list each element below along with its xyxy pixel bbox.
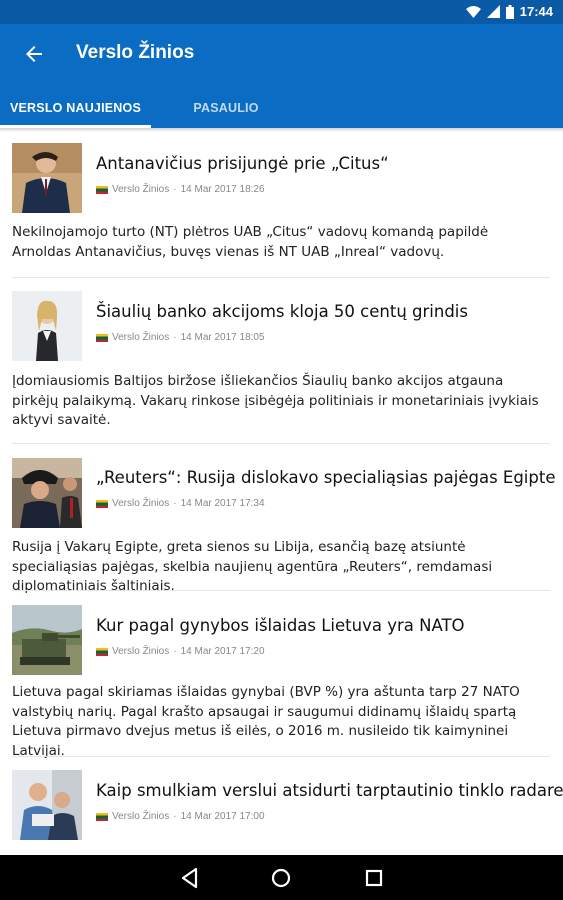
meta-separator: · bbox=[173, 811, 177, 822]
flag-icon bbox=[96, 647, 108, 656]
status-time: 17:44 bbox=[519, 4, 553, 19]
tab-label: PASAULIO bbox=[193, 101, 259, 115]
article-summary: Nekilnojamojo turto (NT) plėtros UAB „Ci… bbox=[12, 224, 489, 260]
article-source: Verslo Žinios bbox=[112, 498, 170, 509]
article-title[interactable]: Šiaulių banko akcijoms kloja 50 centų gr… bbox=[96, 302, 468, 321]
flag-icon bbox=[96, 499, 108, 508]
system-nav-bar bbox=[0, 855, 563, 900]
news-feed[interactable]: Antanavičius prisijungė prie „Citus“ Ver… bbox=[0, 128, 563, 855]
article-thumbnail bbox=[12, 458, 82, 528]
article-date: 14 Mar 2017 17:00 bbox=[180, 811, 265, 822]
article-meta: Verslo Žinios · 14 Mar 2017 18:26 bbox=[96, 184, 265, 195]
meta-separator: · bbox=[173, 498, 177, 509]
article-item[interactable]: Kaip smulkiam verslui atsidurti tarptaut… bbox=[0, 757, 563, 855]
article-date: 14 Mar 2017 17:34 bbox=[180, 498, 265, 509]
article-summary: Įdomiausiomis Baltijos biržose išliekanč… bbox=[12, 373, 539, 428]
article-thumbnail bbox=[12, 291, 82, 361]
article-item[interactable]: Kur pagal gynybos išlaidas Lietuva yra N… bbox=[0, 591, 563, 759]
meta-separator: · bbox=[173, 332, 177, 343]
signal-icon bbox=[486, 5, 500, 18]
article-thumbnail bbox=[12, 143, 82, 213]
tab-label: VERSLO NAUJIENOS bbox=[9, 101, 141, 115]
home-circle-icon[interactable] bbox=[268, 865, 294, 891]
article-source: Verslo Žinios bbox=[112, 811, 170, 822]
article-item[interactable]: „Reuters“: Rusija dislokavo specialiąsia… bbox=[0, 444, 563, 594]
flag-icon bbox=[96, 812, 108, 821]
wifi-icon bbox=[465, 5, 481, 18]
recents-square-icon[interactable] bbox=[361, 865, 387, 891]
article-item[interactable]: Šiaulių banko akcijoms kloja 50 centų gr… bbox=[0, 278, 563, 444]
article-date: 14 Mar 2017 18:26 bbox=[180, 184, 265, 195]
article-summary: Rusija į Vakarų Egipte, greta sienos su … bbox=[12, 539, 493, 594]
meta-separator: · bbox=[173, 184, 177, 195]
app-bar: Verslo Žinios VERSLO NAUJIENOS PASAULIO bbox=[0, 24, 563, 128]
article-title[interactable]: Antanavičius prisijungė prie „Citus“ bbox=[96, 154, 389, 173]
status-icons: 17:44 bbox=[465, 4, 553, 19]
article-meta: Verslo Žinios · 14 Mar 2017 18:05 bbox=[96, 332, 265, 343]
article-meta: Verslo Žinios · 14 Mar 2017 17:34 bbox=[96, 498, 265, 509]
meta-separator: · bbox=[173, 646, 177, 657]
arrow-back-icon[interactable] bbox=[22, 42, 46, 66]
article-source: Verslo Žinios bbox=[112, 184, 170, 195]
article-source: Verslo Žinios bbox=[112, 332, 170, 343]
article-meta: Verslo Žinios · 14 Mar 2017 17:00 bbox=[96, 811, 265, 822]
article-date: 14 Mar 2017 18:05 bbox=[180, 332, 265, 343]
page-title: Verslo Žinios bbox=[76, 42, 195, 63]
article-thumbnail bbox=[12, 770, 82, 840]
article-title[interactable]: „Reuters“: Rusija dislokavo specialiąsia… bbox=[96, 468, 556, 487]
article-meta: Verslo Žinios · 14 Mar 2017 17:20 bbox=[96, 646, 265, 657]
article-title[interactable]: Kur pagal gynybos išlaidas Lietuva yra N… bbox=[96, 616, 465, 635]
article-summary: Lietuva pagal skiriamas išlaidas gynybai… bbox=[12, 684, 520, 759]
article-source: Verslo Žinios bbox=[112, 646, 170, 657]
status-bar: 17:44 bbox=[0, 0, 563, 24]
article-date: 14 Mar 2017 17:20 bbox=[180, 646, 265, 657]
battery-icon bbox=[505, 4, 514, 19]
back-triangle-icon[interactable] bbox=[177, 865, 203, 891]
article-title[interactable]: Kaip smulkiam verslui atsidurti tarptaut… bbox=[96, 781, 563, 800]
tab-verslo-naujienos[interactable]: VERSLO NAUJIENOS bbox=[0, 88, 151, 128]
tab-pasaulio[interactable]: PASAULIO bbox=[151, 88, 301, 128]
tab-bar: VERSLO NAUJIENOS PASAULIO bbox=[0, 88, 563, 128]
flag-icon bbox=[96, 185, 108, 194]
article-item[interactable]: Antanavičius prisijungė prie „Citus“ Ver… bbox=[0, 128, 563, 278]
flag-icon bbox=[96, 333, 108, 342]
article-thumbnail bbox=[12, 605, 82, 675]
